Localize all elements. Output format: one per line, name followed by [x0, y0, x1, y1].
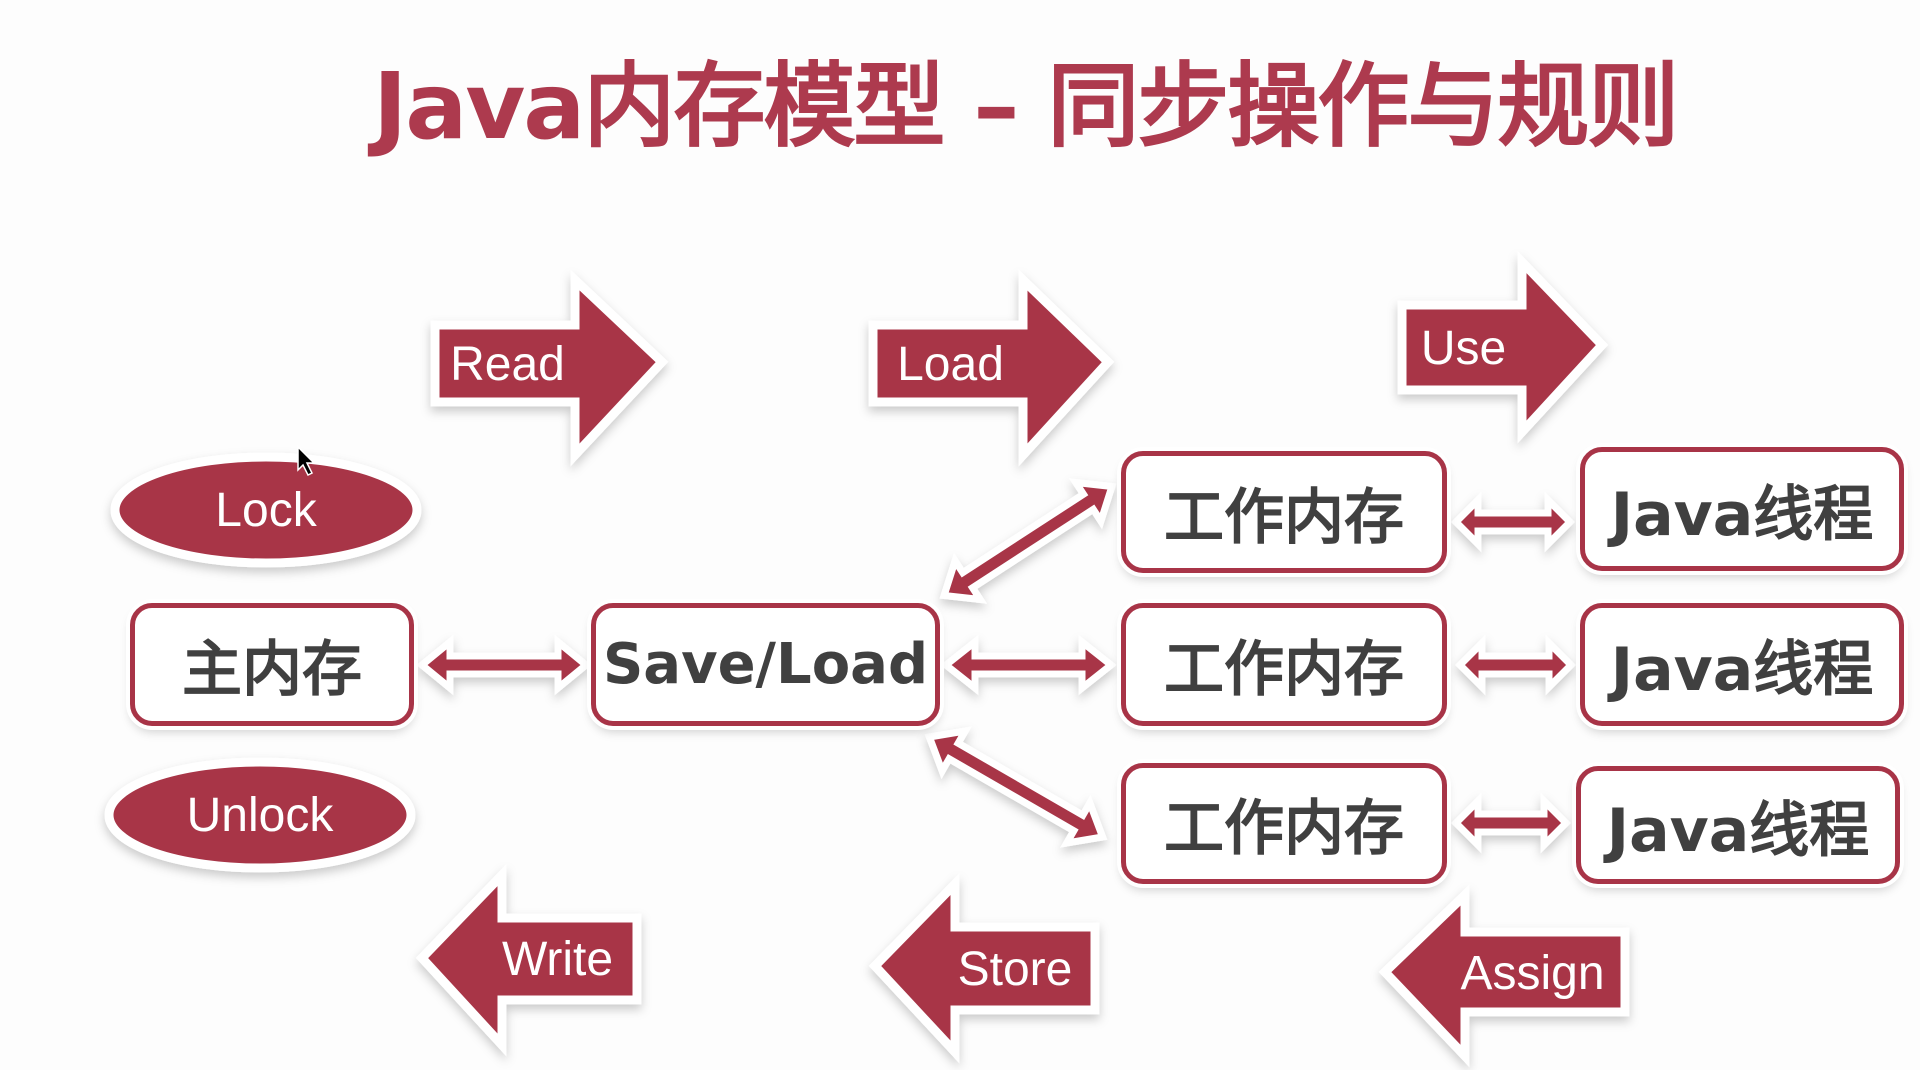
working-memory-box-2: 工作内存 — [1121, 603, 1447, 726]
java-thread-box-3: Java线程 — [1576, 766, 1900, 884]
use-label: Use — [1420, 321, 1507, 375]
main-memory-box: 主内存 — [130, 603, 414, 726]
save-work2-double-arrow-icon — [940, 634, 1117, 696]
save-work3-double-arrow-icon — [924, 726, 1108, 848]
working-memory-box-1: 工作内存 — [1121, 451, 1447, 573]
lock-label: Lock — [215, 483, 317, 537]
work-thread2-double-arrow-icon — [1455, 634, 1576, 696]
unlock-label: Unlock — [186, 788, 334, 842]
write-label: Write — [501, 932, 614, 986]
main-save-double-arrow-icon — [416, 634, 592, 696]
java-thread-box-1: Java线程 — [1580, 447, 1904, 571]
read-label: Read — [450, 337, 565, 391]
work-thread1-double-arrow-icon — [1451, 491, 1575, 553]
load-label: Load — [897, 337, 1004, 391]
save-load-box: Save/Load — [591, 603, 940, 726]
store-label: Store — [957, 942, 1073, 996]
work-thread3-double-arrow-icon — [1451, 792, 1571, 854]
java-thread-box-2: Java线程 — [1580, 603, 1904, 726]
working-memory-box-3: 工作内存 — [1121, 763, 1447, 884]
save-work1-double-arrow-icon — [939, 478, 1117, 604]
assign-label: Assign — [1460, 946, 1605, 1000]
